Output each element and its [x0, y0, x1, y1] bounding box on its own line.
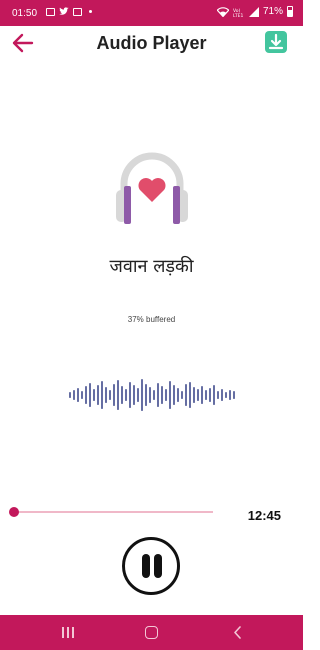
app-bar: Audio Player — [0, 26, 303, 60]
pause-icon — [142, 554, 150, 578]
card-icon — [73, 7, 82, 16]
battery-percent: 71% — [262, 6, 283, 17]
volte-icon: Vo)LTE1 — [233, 8, 243, 17]
waveform-bar — [165, 389, 167, 401]
waveform-bar — [221, 389, 223, 401]
seek-thumb[interactable] — [9, 507, 19, 517]
waveform-bar — [205, 390, 207, 400]
waveform-bar — [209, 388, 211, 402]
waveform-bar — [89, 383, 91, 407]
waveform-bar — [69, 392, 71, 398]
waveform-bar — [105, 387, 107, 403]
waveform-bar — [181, 391, 183, 399]
page-title: Audio Player — [96, 33, 207, 53]
waveform-bar — [97, 385, 99, 405]
play-pause-button[interactable] — [122, 537, 180, 595]
back-icon[interactable] — [232, 626, 244, 639]
status-time: 01:50 — [12, 8, 38, 19]
status-notification-icons — [46, 7, 92, 16]
waveform-visualizer — [69, 379, 235, 411]
waveform-bar — [121, 386, 123, 404]
pause-icon-bar — [154, 554, 162, 578]
waveform-bar — [189, 382, 191, 408]
waveform-bar — [161, 386, 163, 404]
signal-icon — [248, 6, 259, 17]
image-icon — [46, 7, 55, 16]
waveform-bar — [225, 392, 227, 398]
download-button[interactable] — [265, 31, 287, 53]
status-system-icons: Vo) LTE1 71% — [216, 6, 293, 17]
waveform-bar — [141, 379, 143, 411]
waveform-bar — [173, 385, 175, 405]
waveform-bar — [113, 384, 115, 406]
waveform-bar — [169, 381, 171, 409]
headphone-heart-icon — [116, 152, 188, 224]
waveform-bar — [201, 386, 203, 404]
waveform-bar — [157, 383, 159, 407]
waveform-bar — [145, 384, 147, 406]
waveform-bar — [233, 391, 235, 399]
waveform-bar — [149, 387, 151, 403]
recents-icon[interactable] — [62, 627, 74, 638]
svg-text:LTE1: LTE1 — [233, 13, 243, 17]
waveform-bar — [213, 385, 215, 405]
waveform-bar — [137, 388, 139, 402]
waveform-bar — [81, 391, 83, 399]
waveform-bar — [153, 390, 155, 400]
waveform-bar — [185, 384, 187, 406]
waveform-bar — [77, 388, 79, 402]
waveform-bar — [93, 389, 95, 401]
waveform-bar — [125, 389, 127, 401]
waveform-bar — [197, 389, 199, 401]
waveform-bar — [177, 388, 179, 402]
waveform-bar — [129, 382, 131, 408]
seek-bar[interactable] — [14, 511, 213, 513]
waveform-bar — [73, 390, 75, 400]
waveform-bar — [133, 385, 135, 405]
waveform-bar — [85, 386, 87, 404]
waveform-bar — [109, 390, 111, 400]
waveform-bar — [117, 380, 119, 410]
buffer-status: 37% buffered — [127, 315, 176, 324]
twitter-icon — [59, 7, 69, 15]
download-icon — [268, 33, 284, 50]
track-title: जवान लड़की — [109, 256, 194, 277]
waveform-bar — [193, 387, 195, 403]
home-icon[interactable] — [145, 626, 158, 639]
battery-icon — [287, 6, 293, 17]
wifi-icon — [216, 6, 229, 17]
waveform-bar — [101, 381, 103, 409]
dot-icon — [89, 10, 92, 13]
status-bar: 01:50 Vo) LTE1 71% — [0, 0, 303, 26]
waveform-bar — [217, 391, 219, 399]
waveform-bar — [229, 390, 231, 400]
system-nav-bar — [0, 615, 303, 650]
duration-label: 12:45 — [247, 508, 281, 523]
